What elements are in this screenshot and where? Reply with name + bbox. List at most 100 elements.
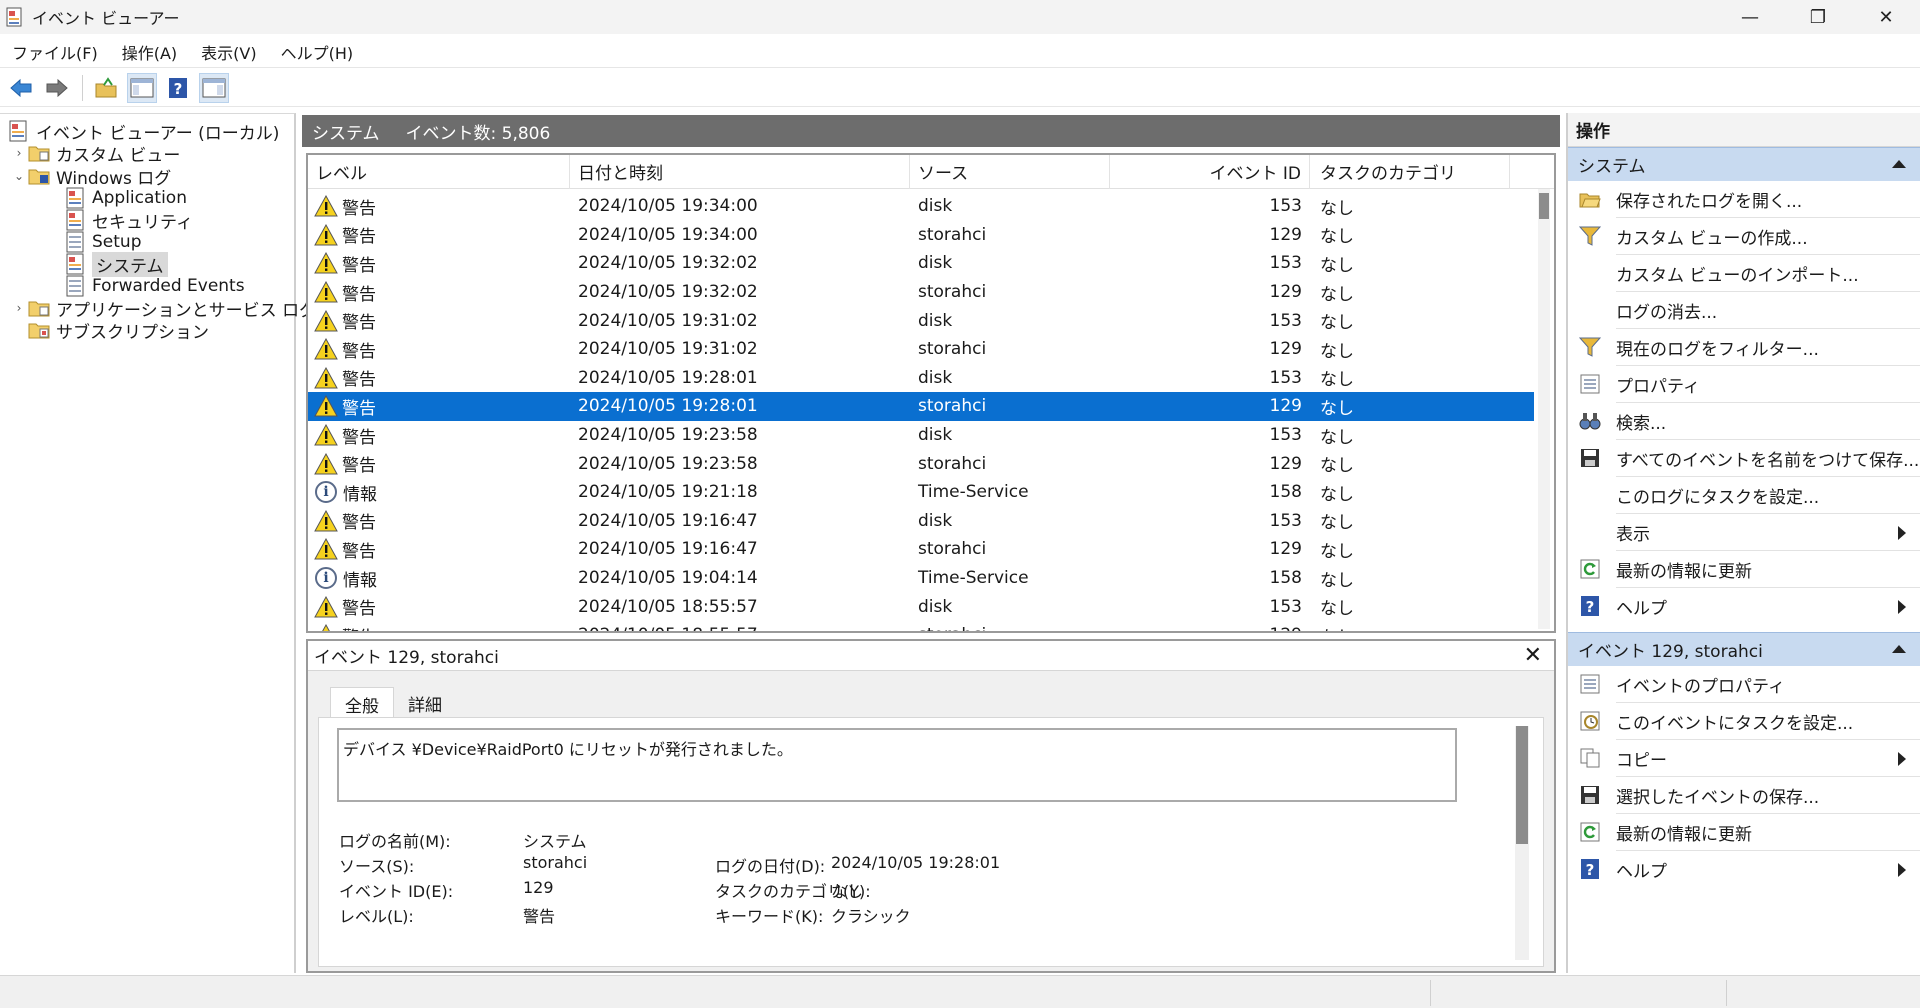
actions-section-event[interactable]: イベント 129, storahci [1568,632,1920,666]
back-icon[interactable] [6,73,36,103]
cell-event-id: 153 [1269,367,1302,388]
chevron-right-icon[interactable]: › [10,146,28,160]
event-message[interactable]: デバイス ¥Device¥RaidPort0 にリセットが発行されました。 [337,728,1457,802]
level-text: 情報 [343,570,377,591]
help-icon[interactable]: ? [163,73,193,103]
action-item[interactable]: 現在のログをフィルター... [1568,329,1920,365]
event-detail-pane: イベント 129, storahci ✕ 全般 詳細 デバイス ¥Device¥… [306,639,1556,973]
collapse-arrow-icon[interactable] [1892,160,1906,168]
cell-task-category: なし [1320,370,1354,391]
action-item[interactable]: ? ヘルプ [1568,588,1920,624]
level-text: 警告 [342,599,376,620]
table-row[interactable]: i 情報 2024/10/05 19:21:18 Time-Service 158 なし [308,478,1534,507]
level-label: レベル(L): [339,907,414,926]
scrollbar-thumb[interactable] [1516,726,1528,844]
table-row[interactable]: 警告 2024/10/05 19:31:02 disk 153 なし [308,306,1534,335]
cell-event-id: 153 [1269,310,1302,331]
action-item[interactable]: 最新の情報に更新 [1568,551,1920,587]
column-header-level[interactable]: レベル [308,155,570,189]
table-row[interactable]: 警告 2024/10/05 19:16:47 storahci 129 なし [308,535,1534,564]
action-item[interactable]: 選択したイベントの保存... [1568,777,1920,813]
tree-item-label: カスタム ビュー [56,145,181,166]
close-icon[interactable]: ✕ [1524,643,1542,668]
tab-general[interactable]: 全般 [330,687,394,721]
tab-details[interactable]: 詳細 [394,687,456,721]
actions-title: 操作 [1568,113,1920,147]
cell-date: 2024/10/05 19:28:01 [578,396,758,417]
help-icon: ? [1578,857,1602,881]
menu-help[interactable]: ヘルプ(H) [269,40,366,64]
menu-file[interactable]: ファイル(F) [0,40,110,64]
level-text: 警告 [342,398,376,419]
minimize-button[interactable]: — [1716,0,1784,34]
tree-item-label: サブスクリプション [56,322,209,343]
actions-section-system[interactable]: システム [1568,147,1920,181]
detail-scrollbar[interactable] [1515,726,1529,960]
scrollbar-thumb[interactable] [1539,193,1549,219]
table-row[interactable]: i 情報 2024/10/05 19:04:14 Time-Service 158 なし [308,564,1534,593]
cell-event-id: 129 [1269,396,1302,417]
column-header-source[interactable]: ソース [910,155,1110,189]
tree-item-label: Forwarded Events [92,276,245,296]
cell-date: 2024/10/05 19:28:01 [578,367,758,388]
close-window-button[interactable]: ✕ [1852,0,1920,34]
table-row[interactable]: 警告 2024/10/05 19:34:00 disk 153 なし [308,192,1534,221]
event-rows: 警告 2024/10/05 19:34:00 disk 153 なし 警告 2024/10/… [308,192,1534,631]
action-item[interactable]: 表示 [1568,514,1920,550]
subscription-folder-icon [28,319,50,341]
forward-icon[interactable] [42,73,72,103]
show-hide-console-tree-icon[interactable] [127,72,157,103]
chevron-right-icon[interactable]: › [10,301,28,315]
warning-icon [314,309,338,332]
level-value: 警告 [523,907,556,926]
properties-icon [1578,672,1602,696]
level-text: 警告 [342,513,376,534]
menu-view[interactable]: 表示(V) [189,40,268,64]
cell-event-id: 153 [1269,253,1302,274]
collapse-arrow-icon[interactable] [1892,645,1906,653]
action-label: 保存されたログを開く... [1616,191,1803,212]
show-hide-action-pane-icon[interactable] [199,72,229,103]
table-row[interactable]: 警告 2024/10/05 19:31:02 storahci 129 なし [308,335,1534,364]
action-item[interactable]: このログにタスクを設定... [1568,477,1920,513]
menu-action[interactable]: 操作(A) [110,40,189,64]
tree-item-subscriptions[interactable]: サブスクリプション [28,317,209,343]
table-row[interactable]: 警告 2024/10/05 19:32:02 disk 153 なし [308,249,1534,278]
action-item[interactable]: ログの消去... [1568,292,1920,328]
table-row[interactable]: 警告 2024/10/05 18:55:57storahci129なし [308,621,1534,631]
column-header-date[interactable]: 日付と時刻 [570,155,910,189]
log-icon [64,209,86,231]
action-item[interactable]: カスタム ビューの作成... [1568,218,1920,254]
table-row[interactable]: 警告 2024/10/05 19:32:02 storahci 129 なし [308,278,1534,307]
action-item[interactable]: 検索... [1568,403,1920,439]
maximize-button[interactable]: ❐ [1784,0,1852,34]
column-header-event-id[interactable]: イベント ID [1110,155,1310,189]
action-item[interactable]: すべてのイベントを名前をつけて保存... [1568,440,1920,476]
chevron-down-icon[interactable]: ⌄ [10,169,28,183]
action-item[interactable]: このイベントにタスクを設定... [1568,703,1920,739]
event-list-scrollbar[interactable] [1538,189,1550,629]
action-item[interactable]: 最新の情報に更新 [1568,814,1920,850]
action-item[interactable]: 保存されたログを開く... [1568,181,1920,217]
table-row[interactable]: 警告 2024/10/05 18:55:57 disk 153 なし [308,592,1534,621]
level-text: 警告 [342,313,376,334]
action-item[interactable]: プロパティ [1568,366,1920,402]
table-row[interactable]: 警告 2024/10/05 19:23:58 disk 153 なし [308,421,1534,450]
properties-icon [1578,372,1602,396]
action-item[interactable]: ? ヘルプ [1568,851,1920,887]
table-row[interactable]: 警告 2024/10/05 19:23:58 storahci 129 なし [308,449,1534,478]
table-row[interactable]: 警告 2024/10/05 19:34:00 storahci 129 なし [308,221,1534,250]
tree-item-label: Setup [92,232,142,252]
cell-date: 2024/10/05 19:23:58 [578,425,758,446]
action-item[interactable]: イベントのプロパティ [1568,666,1920,702]
open-folder-icon[interactable] [91,73,121,103]
table-row[interactable]: 警告 2024/10/05 19:16:47 disk 153 なし [308,507,1534,536]
action-item[interactable]: コピー [1568,740,1920,776]
table-row[interactable]: 警告 2024/10/05 19:28:01 storahci 129 なし [308,392,1534,421]
table-row[interactable]: 警告 2024/10/05 19:28:01 disk 153 なし [308,364,1534,393]
cell-event-id: 153 [1269,510,1302,531]
column-header-task-category[interactable]: タスクのカテゴリ [1310,155,1510,189]
cell-date: 2024/10/05 18:55:57 [570,625,910,631]
status-divider [1430,980,1431,1006]
action-item[interactable]: カスタム ビューのインポート... [1568,255,1920,291]
